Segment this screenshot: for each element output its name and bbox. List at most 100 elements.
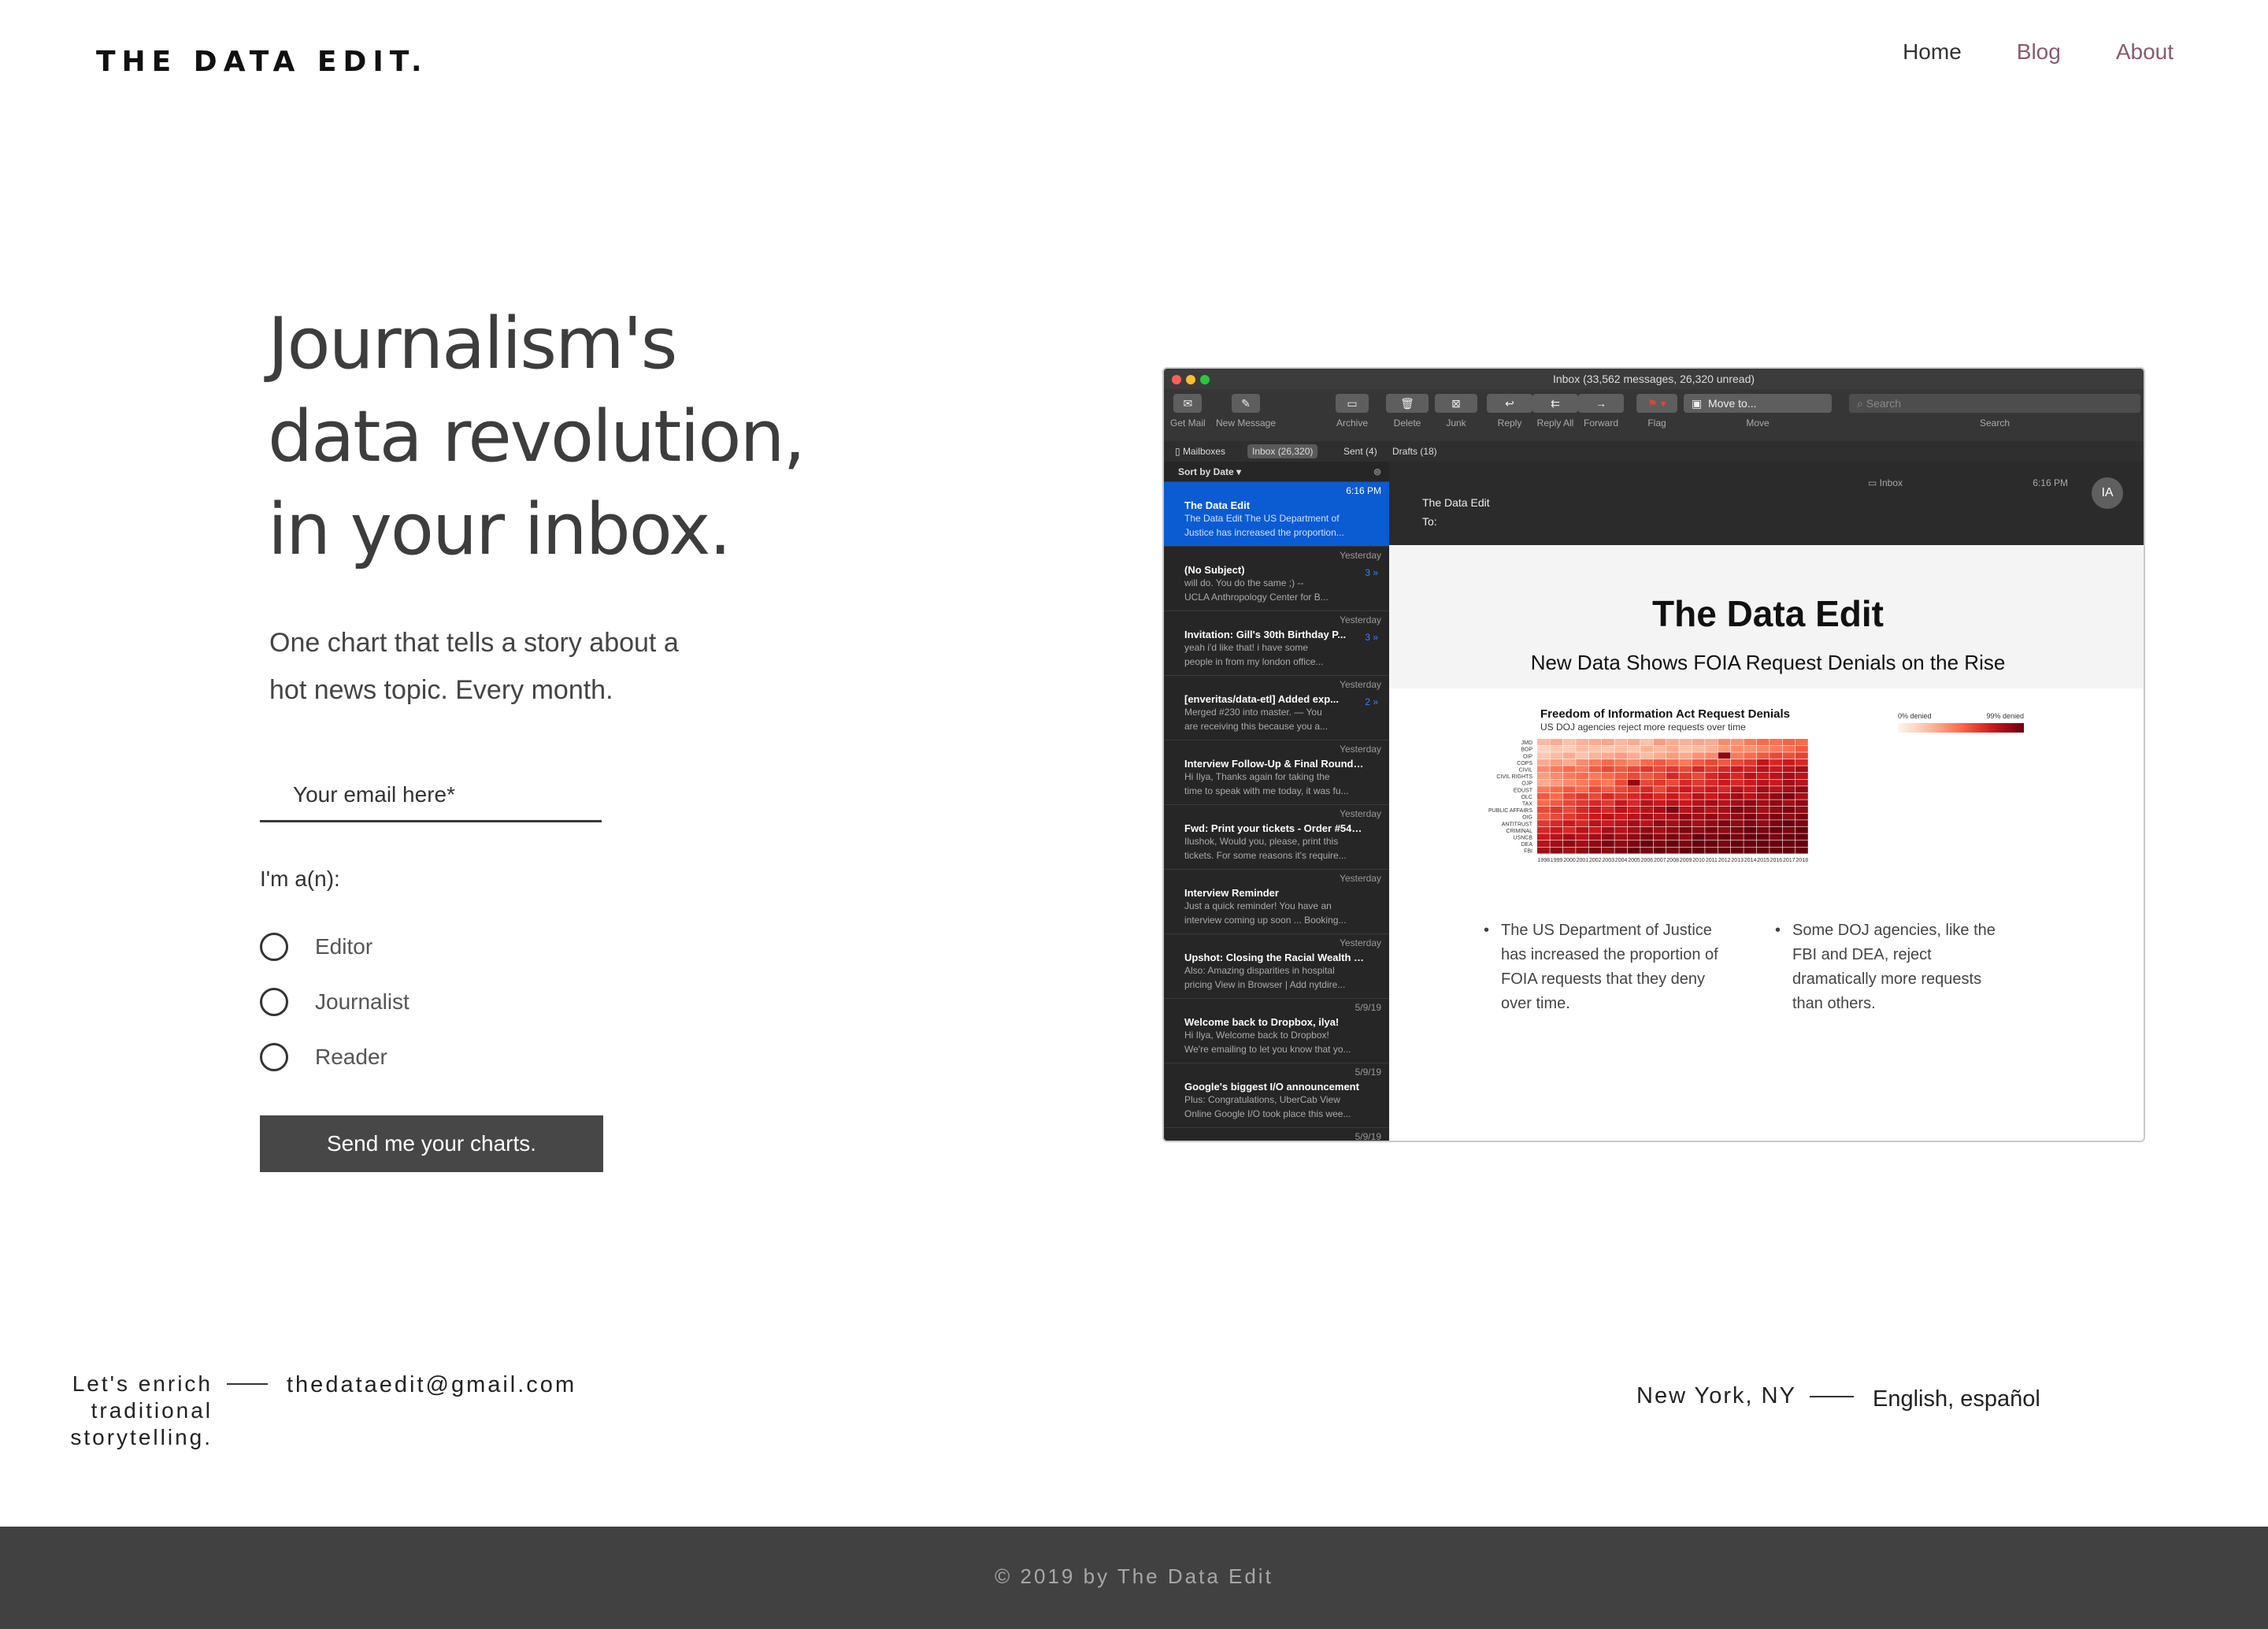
toolbar-label: New Message (1216, 417, 1277, 429)
message-list-item[interactable]: Yesterday Interview Reminder Just a quick … (1164, 870, 1389, 934)
nav-home[interactable]: Home (1903, 39, 1962, 65)
heatmap-cell (1692, 813, 1705, 820)
message-date: 6:16 PM (1346, 485, 1381, 496)
tab-sent[interactable]: Sent (4) (1339, 444, 1382, 458)
message-date: 5/9/19 (1354, 1131, 1381, 1142)
heatmap-cell (1537, 800, 1550, 807)
y-tick-label: EOUST (1514, 788, 1533, 793)
radio-circle[interactable] (260, 988, 288, 1016)
heatmap-cell (1692, 847, 1705, 854)
message-subject: Invitation: Gill's 30th Birthday P... (1184, 629, 1347, 640)
sort-by-date[interactable]: Sort by Date ▾ ⊜ (1164, 462, 1389, 482)
new-message-button[interactable]: ✎ New Message (1216, 394, 1276, 429)
email-field[interactable] (260, 769, 602, 822)
message-preview: tickets. For some reasons it's require..… (1184, 850, 1347, 861)
heatmap-cell (1562, 847, 1576, 854)
radio-circle[interactable] (260, 1043, 288, 1071)
heatmap-cell (1796, 739, 1808, 745)
heatmap-cell (1562, 739, 1576, 745)
tab-inbox[interactable]: Inbox (26,320) (1247, 444, 1318, 458)
message-list-item[interactable]: Yesterday (No Subject) will do. You do the… (1164, 547, 1389, 611)
heatmap-cell (1744, 826, 1757, 833)
contact-email-link[interactable]: thedataedit@gmail.com (287, 1372, 576, 1398)
heatmap-cell (1770, 773, 1782, 779)
message-preview: people in from my london office... (1184, 656, 1324, 667)
message-list-item[interactable]: Yesterday [enveritas/data-etl] Added exp.… (1164, 676, 1389, 740)
heatmap-cell (1550, 840, 1563, 847)
heatmap-cell (1692, 752, 1705, 759)
nav-blog[interactable]: Blog (2017, 39, 2061, 65)
message-date: Yesterday (1340, 937, 1381, 948)
heatmap-cell (1576, 840, 1588, 847)
x-tick-label: 2009 (1680, 858, 1692, 863)
heatmap-cell (1756, 800, 1770, 807)
role-radio-reader[interactable]: Reader (260, 1043, 387, 1071)
message-list-item[interactable]: 5/9/19 Welcome back to Dropbox, ilya! Hi I… (1164, 999, 1389, 1063)
nav-about[interactable]: About (2116, 39, 2174, 65)
heatmap-cell (1550, 792, 1563, 800)
message-list-item[interactable]: Yesterday Interview Follow-Up & Final Rou… (1164, 740, 1389, 805)
heatmap-cell (1679, 800, 1692, 807)
bullet-item: Some DOJ agencies, like the FBI and DEA,… (1775, 918, 2011, 1016)
tab-drafts[interactable]: Drafts (18) (1388, 444, 1442, 458)
heatmap-cell (1770, 800, 1782, 807)
radio-circle[interactable] (260, 933, 288, 961)
reply-button[interactable]: ↩ Reply (1487, 394, 1532, 429)
site-logo[interactable]: THE DATA EDIT. (96, 46, 428, 78)
message-list-item[interactable]: 6:16 PM The Data Edit The Data Edit The US… (1164, 482, 1389, 547)
x-tick-label: 2006 (1641, 858, 1654, 863)
get-mail-button[interactable]: ✉ Get Mail (1170, 394, 1206, 429)
heatmap-cell (1666, 786, 1679, 793)
heatmap-cell (1666, 826, 1679, 833)
archive-button[interactable]: ▭ Archive (1336, 394, 1369, 429)
message-subject: [enveritas/data-etl] Added exp... (1184, 693, 1340, 705)
heatmap-cell (1614, 786, 1628, 793)
footer-bar: © 2019 by The Data Edit (0, 1527, 2268, 1629)
heatmap-cell (1756, 752, 1770, 759)
reply-all-button[interactable]: ⇇ Reply All (1532, 394, 1578, 429)
heatmap-cell (1770, 826, 1782, 833)
heatmap-cell (1562, 759, 1576, 766)
move-to-dropdown[interactable]: ▣ Move to... (1684, 394, 1832, 413)
message-list-item[interactable]: 5/9/19ZillowPrice Drop: 916 E 91st St, L… (1164, 1128, 1389, 1142)
filter-icon[interactable]: ⊜ (1373, 462, 1381, 482)
heatmap-cell (1550, 833, 1563, 840)
avatar: IA (2092, 477, 2123, 509)
role-radio-journalist[interactable]: Journalist (260, 988, 410, 1016)
heatmap-cell (1614, 773, 1628, 779)
message-preview: Ilushok, Would you, please, print this (1184, 836, 1339, 847)
toolbar-label: Reply All (1536, 417, 1574, 429)
heatmap-cell (1640, 826, 1653, 833)
heatmap-cell (1679, 752, 1692, 759)
submit-button[interactable]: Send me your charts. (260, 1115, 603, 1172)
heatmap-cell (1614, 752, 1628, 759)
heatmap-cell (1614, 766, 1628, 773)
heatmap-cell (1588, 847, 1602, 854)
heatmap-cell (1796, 752, 1808, 759)
tab-mailboxes[interactable]: ▯ Mailboxes (1170, 444, 1230, 458)
move-button[interactable]: ▣ Move to... Move (1684, 394, 1832, 429)
delete-button[interactable]: 🗑 Delete (1386, 394, 1429, 429)
heatmap-cell (1796, 820, 1808, 827)
heatmap-cell (1744, 800, 1757, 807)
x-tick-label: 2015 (1757, 858, 1770, 863)
message-list-item[interactable]: 5/9/19 Google's biggest I/O announcement P… (1164, 1063, 1389, 1128)
heatmap-cell (1679, 820, 1692, 827)
heatmap-cell (1614, 800, 1628, 807)
footer-languages[interactable]: English, español (1873, 1386, 2040, 1412)
message-list-item[interactable]: Yesterday Invitation: Gill's 30th Birthda… (1164, 611, 1389, 676)
heatmap-cell (1731, 786, 1744, 793)
heatmap-cell (1679, 847, 1692, 854)
forward-button[interactable]: → Forward (1578, 394, 1624, 429)
heatmap-cell (1627, 745, 1640, 752)
junk-button[interactable]: ⊠ Junk (1435, 394, 1477, 429)
role-radio-editor[interactable]: Editor (260, 933, 372, 961)
copyright: © 2019 by The Data Edit (995, 1564, 1273, 1588)
zoom-window-icon (1200, 375, 1210, 384)
mail-search-input[interactable]: ⌕ Search (1849, 394, 2140, 413)
message-list-item[interactable]: Yesterday Fwd: Print your tickets - Order… (1164, 805, 1389, 870)
toolbar-label: Reply (1497, 417, 1522, 429)
flag-button[interactable]: ⚑ ▾ Flag (1636, 394, 1677, 429)
heatmap-cell (1550, 759, 1563, 766)
message-list-item[interactable]: Yesterday Upshot: Closing the Racial Weal… (1164, 934, 1389, 999)
